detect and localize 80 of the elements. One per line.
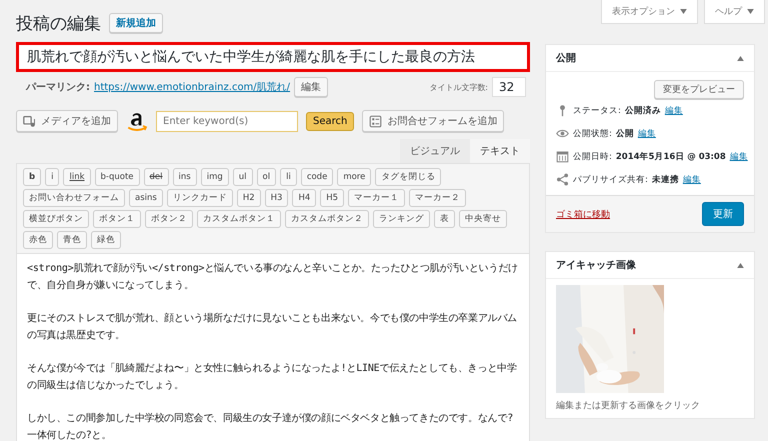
- quicktag-button[interactable]: 青色: [57, 231, 87, 249]
- quicktag-button[interactable]: ol: [256, 168, 276, 186]
- edit-link[interactable]: 編集: [730, 150, 748, 162]
- edit-link[interactable]: 編集: [638, 128, 656, 140]
- form-icon: [369, 114, 382, 128]
- status-label: ステータス:: [573, 104, 621, 116]
- collapse-icon: [737, 56, 744, 60]
- quicktag-button[interactable]: ランキング: [373, 210, 430, 228]
- quicktag-button[interactable]: 中央寄せ: [459, 210, 507, 228]
- page-title: 投稿の編集: [16, 12, 101, 34]
- add-media-button[interactable]: メディアを追加: [16, 110, 118, 132]
- quicktag-button[interactable]: b-quote: [94, 168, 140, 186]
- status-value: 公開: [616, 128, 634, 140]
- quicktag-button[interactable]: img: [200, 168, 229, 186]
- status-value: 未連携: [652, 174, 679, 186]
- quicktag-button[interactable]: i: [45, 168, 60, 186]
- title-count-field: 32: [492, 77, 526, 97]
- quicktag-button[interactable]: カスタムボタン２: [285, 210, 369, 228]
- status-label: 公開日時:: [573, 150, 612, 162]
- caret-icon: [680, 9, 687, 14]
- quicktag-button[interactable]: del: [144, 168, 169, 186]
- preview-button[interactable]: 変更をプレビュー: [654, 80, 744, 99]
- contact-form-button[interactable]: お問合せフォームを追加: [362, 110, 504, 132]
- eye-icon: [556, 127, 569, 140]
- quicktag-button[interactable]: H2: [236, 189, 261, 207]
- quicktag-button[interactable]: 緑色: [91, 231, 121, 249]
- trash-link[interactable]: ゴミ箱に移動: [556, 208, 610, 220]
- quicktag-button[interactable]: 赤色: [23, 231, 53, 249]
- title-count-label: タイトル文字数:: [429, 82, 488, 92]
- editor-tab[interactable]: テキスト: [470, 139, 530, 163]
- screen-meta-tab[interactable]: ヘルプ: [704, 0, 765, 24]
- quicktag-button[interactable]: H3: [264, 189, 288, 207]
- panel-title: 公開: [556, 52, 576, 65]
- quicktag-button[interactable]: H4: [292, 189, 316, 207]
- permalink-label: パーマリンク:: [26, 81, 90, 94]
- quicktag-button[interactable]: ins: [172, 168, 197, 186]
- edit-link[interactable]: 編集: [682, 174, 701, 186]
- quicktag-button[interactable]: more: [337, 168, 372, 186]
- search-button[interactable]: Search: [306, 112, 354, 130]
- content-paragraph: そんな僕が今では「肌綺麗だよね〜」と女性に触られるようになったよ!とLINEで伝えたとしても、きっと中学の同級生は信じなかったでしょう。: [27, 362, 518, 393]
- quicktag-button[interactable]: ul: [232, 168, 253, 186]
- quicktag-button[interactable]: link: [63, 168, 91, 186]
- status-label: 公開状態:: [573, 128, 612, 140]
- quicktag-button[interactable]: リンクカード: [166, 189, 233, 207]
- editor-tab[interactable]: ビジュアル: [400, 139, 470, 163]
- caret-icon: [747, 9, 754, 14]
- share-icon: [556, 173, 569, 186]
- title-field[interactable]: 肌荒れで顔が汚いと悩んでいた中学生が綺麗な肌を手にした最良の方法: [16, 42, 530, 72]
- quicktag-button[interactable]: 表: [434, 210, 455, 228]
- status-value: 公開済み: [624, 104, 661, 116]
- status-label: パブリサイズ共有:: [573, 174, 648, 186]
- quicktag-button[interactable]: 横並びボタン: [23, 210, 89, 228]
- content-paragraph: 更にそのストレスで肌が荒れ、顔という場所なだけに見ないことも出来ない。今でも僕の中学生の卒業アルバムの写真は黒歴史です。: [27, 312, 518, 343]
- image-caption: 編集または更新する画像をクリック: [556, 400, 701, 412]
- edit-button[interactable]: 編集: [294, 77, 328, 97]
- permalink-link[interactable]: https://www.emotionbrainz.com/肌荒れ/: [94, 80, 290, 94]
- media-icon: [23, 114, 36, 128]
- calendar-icon: [556, 150, 569, 163]
- collapse-icon: [737, 262, 744, 268]
- add-new-button[interactable]: 新規追加: [109, 13, 163, 33]
- quicktag-button[interactable]: タグを閉じる: [375, 168, 442, 186]
- quicktag-button[interactable]: ボタン１: [93, 210, 141, 228]
- quicktag-button[interactable]: マーカー２: [409, 189, 466, 207]
- panel-title: アイキャッチ画像: [556, 258, 636, 272]
- quicktag-button[interactable]: お問い合わせフォーム: [23, 189, 125, 207]
- status-value: 2014年5月16日 @ 03:08: [616, 150, 726, 162]
- quicktag-button[interactable]: asins: [129, 189, 163, 207]
- quicktag-button[interactable]: b: [23, 168, 42, 186]
- keyword-field[interactable]: Enter keyword(s): [156, 110, 298, 132]
- quicktag-button[interactable]: カスタムボタン１: [197, 210, 281, 228]
- content-paragraph: しかし、この間参加した中学校の同窓会で、同級生の女子達が僕の顔にベタベタと触ってきたのです。なんで?一体何したの?と。: [27, 412, 514, 441]
- quicktag-button[interactable]: code: [300, 168, 334, 186]
- quicktag-button[interactable]: H5: [320, 189, 344, 207]
- update-button[interactable]: 更新: [702, 202, 744, 226]
- content-paragraph: <strong>肌荒れで顔が汚い</strong>と悩んでいる事のなんと辛いことか。たったひとつ肌が汚いというだけで、自分自身が嫌いになってしまう。: [27, 262, 519, 293]
- quicktag-button[interactable]: li: [280, 168, 297, 186]
- edit-link[interactable]: 編集: [664, 104, 683, 116]
- quicktag-button[interactable]: マーカー１: [348, 189, 406, 207]
- screen-meta-tab[interactable]: 表示オプション: [601, 0, 698, 24]
- quicktag-button[interactable]: ボタン２: [145, 210, 193, 228]
